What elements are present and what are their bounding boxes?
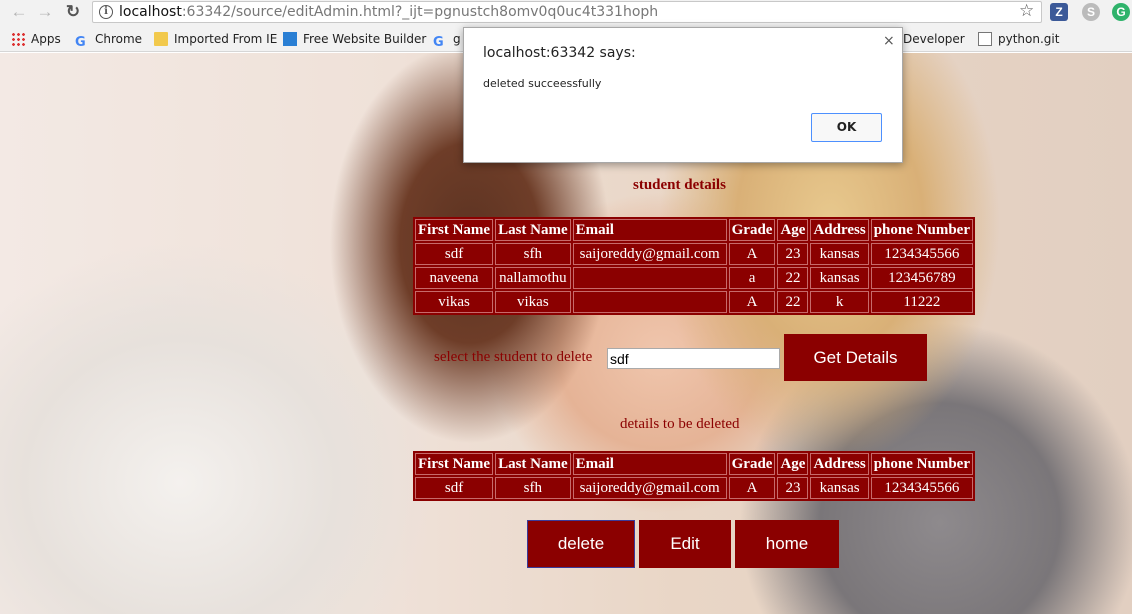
bookmark-python-git[interactable]: python.git	[978, 32, 1059, 46]
address-bar[interactable]: i localhost:63342/source/editAdmin.html?…	[92, 1, 1042, 23]
url-text[interactable]: localhost:63342/source/editAdmin.html?_i…	[119, 4, 658, 20]
column-header: Address	[810, 453, 869, 475]
table-row: naveena nallamothu a 22 kansas 123456789	[415, 267, 973, 289]
bookmark-apps[interactable]: Apps	[11, 32, 61, 46]
table-cell: saijoreddy@gmail.com	[572, 477, 727, 499]
table-cell: sdf	[415, 477, 494, 499]
column-header: Age	[777, 219, 809, 241]
page-title: student details	[633, 177, 726, 193]
column-header: phone Number	[870, 219, 973, 241]
grammarly-extension-icon[interactable]: G	[1112, 3, 1130, 21]
close-icon[interactable]: ×	[883, 33, 895, 49]
column-header: Age	[777, 453, 809, 475]
table-row: sdf sfh saijoreddy@gmail.com A 23 kansas…	[415, 477, 973, 499]
table-cell: sdf	[415, 243, 494, 265]
column-header: Email	[572, 219, 727, 241]
reload-icon[interactable]: ↻	[62, 2, 84, 22]
delete-button[interactable]: delete	[527, 520, 635, 568]
column-header: Last Name	[495, 453, 571, 475]
table-cell: 23	[777, 477, 809, 499]
table-row: sdf sfh saijoreddy@gmail.com A 23 kansas…	[415, 243, 973, 265]
bookmark-star-icon[interactable]: ☆	[1019, 1, 1034, 21]
table-cell: A	[728, 243, 776, 265]
apps-grid-icon	[11, 32, 25, 46]
bookmark-chrome[interactable]: G Chrome	[75, 32, 142, 50]
details-table: First Name Last Name Email Grade Age Add…	[413, 451, 975, 501]
alert-dialog: localhost:63342 says: × deleted succeess…	[463, 27, 903, 163]
get-details-button[interactable]: Get Details	[784, 334, 927, 381]
table-cell: 22	[777, 267, 809, 289]
table-header-row: First Name Last Name Email Grade Age Add…	[415, 219, 973, 241]
student-name-input[interactable]	[607, 348, 780, 369]
details-to-delete-label: details to be deleted	[620, 416, 740, 432]
table-cell: 22	[777, 291, 809, 313]
table-cell: saijoreddy@gmail.com	[572, 243, 727, 265]
table-header-row: First Name Last Name Email Grade Age Add…	[415, 453, 973, 475]
extension-z-icon[interactable]: Z	[1050, 3, 1068, 21]
column-header: First Name	[415, 219, 494, 241]
info-icon[interactable]: i	[99, 5, 113, 19]
folder-icon	[154, 32, 168, 46]
dialog-message: deleted succeessfully	[483, 77, 602, 90]
website-builder-icon	[283, 32, 297, 46]
table-cell: nallamothu	[495, 267, 571, 289]
bookmark-free-website-builder[interactable]: Free Website Builder	[283, 32, 426, 46]
table-cell: 1234345566	[870, 243, 973, 265]
home-button[interactable]: home	[735, 520, 839, 568]
bookmark-imported-from-ie[interactable]: Imported From IE	[154, 32, 277, 46]
column-header: Address	[810, 219, 869, 241]
table-cell	[572, 291, 727, 313]
table-cell: A	[728, 477, 776, 499]
table-cell: 1234345566	[870, 477, 973, 499]
column-header: Grade	[728, 453, 776, 475]
bookmark-developer[interactable]: Developer	[903, 32, 965, 46]
forward-icon[interactable]: →	[34, 2, 56, 22]
bookmark-google[interactable]: Gg	[433, 32, 461, 50]
table-cell: A	[728, 291, 776, 313]
google-icon: G	[75, 35, 86, 50]
table-cell: 123456789	[870, 267, 973, 289]
back-icon[interactable]: ←	[8, 2, 30, 22]
table-cell: a	[728, 267, 776, 289]
table-cell: sfh	[495, 477, 571, 499]
column-header: First Name	[415, 453, 494, 475]
table-row: vikas vikas A 22 k 11222	[415, 291, 973, 313]
column-header: phone Number	[870, 453, 973, 475]
table-cell: 11222	[870, 291, 973, 313]
browser-toolbar: ← → ↻ i localhost:63342/source/editAdmin…	[0, 0, 1132, 26]
dialog-title: localhost:63342 says:	[483, 45, 636, 61]
file-icon	[978, 32, 992, 46]
column-header: Email	[572, 453, 727, 475]
table-cell: naveena	[415, 267, 494, 289]
table-cell: 23	[777, 243, 809, 265]
table-cell	[572, 267, 727, 289]
students-table: First Name Last Name Email Grade Age Add…	[413, 217, 975, 315]
table-cell: vikas	[495, 291, 571, 313]
column-header: Last Name	[495, 219, 571, 241]
table-cell: sfh	[495, 243, 571, 265]
select-student-label: select the student to delete	[434, 349, 593, 365]
table-cell: kansas	[810, 477, 869, 499]
table-cell: kansas	[810, 243, 869, 265]
table-cell: vikas	[415, 291, 494, 313]
ok-button[interactable]: OK	[811, 113, 882, 142]
table-cell: kansas	[810, 267, 869, 289]
edit-button[interactable]: Edit	[639, 520, 731, 568]
skype-extension-icon[interactable]: S	[1082, 3, 1100, 21]
column-header: Grade	[728, 219, 776, 241]
google-icon: G	[433, 35, 444, 50]
table-cell: k	[810, 291, 869, 313]
